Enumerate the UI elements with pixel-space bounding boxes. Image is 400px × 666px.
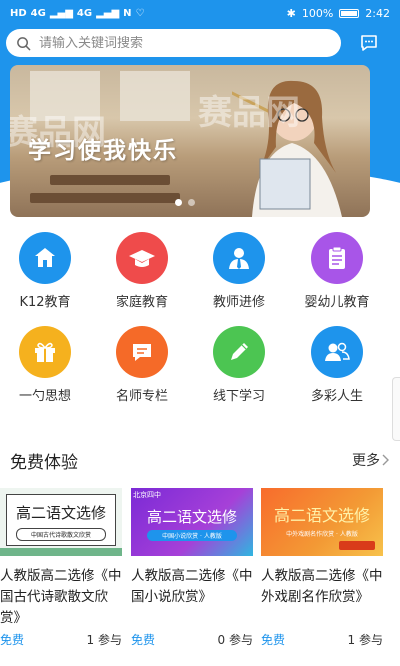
category-teacher[interactable]: 教师进修: [194, 232, 284, 310]
course-title: 人教版高二选修《中国小说欣赏》: [131, 568, 253, 605]
category-circle: [213, 232, 265, 284]
carousel-dot[interactable]: [188, 199, 195, 206]
category-offline[interactable]: 线下学习: [194, 326, 284, 404]
category-circle: [311, 326, 363, 378]
banner-carousel[interactable]: 赛品网 赛品网 学习使我快乐: [10, 65, 370, 217]
thumb-title: 高二语文选修: [146, 508, 237, 526]
clipboard-icon: [329, 246, 345, 269]
category-label: 家庭教育: [115, 295, 168, 310]
category-label: 一勺思想: [18, 389, 71, 404]
pencil-icon: [231, 343, 248, 360]
school-icon: [35, 248, 55, 267]
heart-icon: ♡: [135, 7, 145, 19]
banner-window: [120, 71, 190, 121]
search-icon: [17, 36, 31, 50]
status-bar: HD 4G ▂▄▆ 4G ▂▄▆ N ♡ ✱ 100% 2:42: [0, 0, 400, 26]
category-infant[interactable]: 婴幼儿教育: [292, 232, 382, 310]
category-circle: [213, 326, 265, 378]
category-label: 婴幼儿教育: [304, 295, 370, 310]
banner-desk: [30, 193, 180, 203]
teacher-icon: [229, 248, 249, 269]
course-card[interactable]: 高二语文选修 中国古代诗歌散文欣赏 人教版高二选修《中国古代诗歌散文欣赏》 免费…: [0, 488, 122, 648]
message-icon: [361, 35, 377, 51]
category-thought[interactable]: 一勺思想: [0, 326, 90, 404]
status-hd: HD: [10, 7, 27, 19]
search-row: [6, 28, 394, 58]
course-meta: 免费 0 参与: [131, 631, 253, 648]
category-circle: [19, 326, 71, 378]
thumb-subtitle: 中国小说欣赏 · 人教版: [147, 530, 237, 541]
category-circle: [116, 232, 168, 284]
category-label: 线下学习: [212, 389, 265, 404]
course-meta: 免费 1 参与: [261, 631, 383, 648]
banner-desk: [50, 175, 170, 185]
chat-bubble-icon: [133, 344, 151, 361]
course-title: 人教版高二选修《中国古代诗歌散文欣赏》: [0, 568, 122, 626]
category-label: K12教育: [19, 295, 71, 310]
category-row: K12教育 家庭教育 教师进修 婴幼儿教育: [0, 232, 400, 312]
category-label: 多彩人生: [310, 389, 363, 404]
category-circle: [19, 232, 71, 284]
category-family[interactable]: 家庭教育: [97, 232, 187, 310]
course-thumbnail: 高二语文选修 中国古代诗歌散文欣赏: [0, 488, 122, 556]
battery-icon: [339, 8, 360, 18]
nfc-icon: N: [123, 7, 132, 19]
signal-icon-2: ▂▄▆: [96, 7, 120, 19]
course-list: 高二语文选修 中国古代诗歌散文欣赏 人教版高二选修《中国古代诗歌散文欣赏》 免费…: [0, 488, 400, 666]
search-input[interactable]: [39, 35, 319, 51]
course-card[interactable]: 北京四中 高二语文选修 中国小说欣赏 · 人教版 人教版高二选修《中国小说欣赏》…: [131, 488, 253, 648]
bluetooth-icon: ✱: [286, 6, 296, 20]
course-meta: 免费 1 参与: [0, 631, 122, 648]
thumb-subtitle: 中国古代诗歌散文欣赏: [16, 528, 106, 541]
category-famous-teacher[interactable]: 名师专栏: [97, 326, 187, 404]
carousel-dots: [175, 199, 195, 206]
category-circle: [116, 326, 168, 378]
status-right: ✱ 100% 2:42: [287, 7, 390, 20]
category-label: 名师专栏: [115, 389, 168, 404]
course-thumbnail: 高二语文选修 中外戏剧名作欣赏 · 人教版: [261, 488, 383, 556]
thumb-title: 高二语文选修: [273, 506, 370, 525]
signal-icon: ▂▄▆: [49, 7, 73, 19]
thumb-strip: [0, 548, 122, 556]
course-thumbnail: 北京四中 高二语文选修 中国小说欣赏 · 人教版: [131, 488, 253, 556]
gift-icon: [35, 342, 55, 362]
category-colorful-life[interactable]: 多彩人生: [292, 326, 382, 404]
course-card[interactable]: 高二语文选修 中外戏剧名作欣赏 · 人教版 人教版高二选修《中外戏剧名作欣赏》 …: [261, 488, 383, 648]
section-title: 免费体验: [10, 452, 78, 473]
thumb-title: 高二语文选修: [15, 504, 106, 522]
status-4g-1: 4G: [30, 7, 46, 19]
category-circle: [311, 232, 363, 284]
category-row: 一勺思想 名师专栏 线下学习 多彩人生: [0, 326, 400, 406]
thumb-subtitle: 中外戏剧名作欣赏 · 人教版: [286, 531, 358, 538]
side-drawer-handle[interactable]: [392, 377, 400, 441]
graduation-cap-icon: [129, 250, 155, 267]
category-label: 教师进修: [212, 295, 265, 310]
status-left: HD 4G ▂▄▆ 4G ▂▄▆ N ♡: [10, 8, 145, 19]
course-participants: 1 参与: [86, 633, 122, 647]
carousel-dot[interactable]: [175, 199, 182, 206]
thumb-tag: 北京四中: [133, 491, 161, 499]
battery-percent: 100%: [301, 6, 334, 20]
thumb-badge: [339, 541, 375, 550]
course-participants: 0 参与: [217, 633, 253, 647]
banner-text: 学习使我快乐: [28, 138, 178, 164]
course-price: 免费: [0, 633, 25, 647]
search-box[interactable]: [6, 29, 341, 57]
course-title: 人教版高二选修《中外戏剧名作欣赏》: [261, 568, 383, 605]
free-trial-header: 免费体验 更多: [10, 448, 390, 473]
clock: 2:42: [365, 6, 390, 20]
course-price: 免费: [261, 633, 286, 647]
category-k12[interactable]: K12教育: [0, 232, 90, 310]
course-price: 免费: [131, 633, 156, 647]
chevron-right-icon: [382, 454, 389, 466]
more-link[interactable]: 更多: [352, 450, 390, 470]
banner-watermark: 赛品网: [198, 93, 300, 133]
users-icon: [325, 342, 350, 361]
status-4g-2: 4G: [76, 7, 93, 19]
message-button[interactable]: [357, 31, 381, 55]
more-label: 更多: [352, 453, 380, 469]
course-participants: 1 参与: [347, 633, 383, 647]
